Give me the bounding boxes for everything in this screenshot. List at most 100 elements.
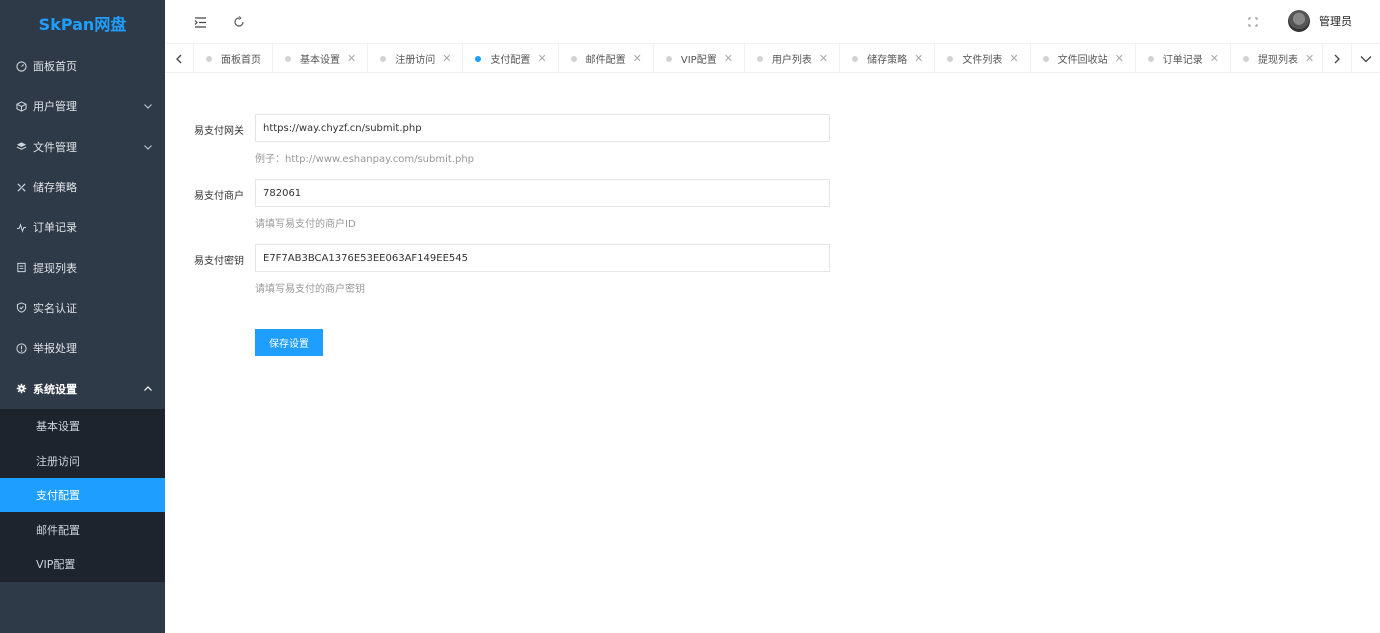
tab-recycle-bin[interactable]: 文件回收站 ✕ bbox=[1031, 44, 1136, 72]
sidebar-item-system-settings[interactable]: 系统设置 bbox=[0, 368, 165, 408]
tab-label: 面板首页 bbox=[221, 55, 261, 66]
gear-icon bbox=[15, 383, 27, 395]
tab-file-list[interactable]: 文件列表 ✕ bbox=[935, 44, 1031, 72]
gateway-tip: 例子：http://www.eshanpay.com/submit.php bbox=[255, 154, 475, 165]
chevron-down-icon bbox=[143, 101, 153, 114]
close-icon[interactable]: ✕ bbox=[347, 52, 356, 65]
secret-tip: 请填写易支付的商户密钥 bbox=[255, 284, 365, 295]
fullscreen-icon[interactable] bbox=[1243, 12, 1263, 32]
tab-dot bbox=[852, 55, 859, 62]
sidebar-item-label: 订单记录 bbox=[33, 221, 77, 235]
user-name: 管理员 bbox=[1319, 15, 1352, 28]
user-menu[interactable]: 管理员 bbox=[1288, 10, 1352, 32]
tab-label: 文件回收站 bbox=[1057, 55, 1108, 66]
tab-dot bbox=[475, 55, 482, 62]
tab-payment-config[interactable]: 支付配置 ✕ bbox=[463, 44, 559, 72]
merchant-label: 易支付商户 bbox=[194, 191, 244, 202]
tabs-scroll-left-icon[interactable] bbox=[165, 44, 194, 72]
sidebar-item-files[interactable]: 文件管理 bbox=[0, 127, 165, 167]
close-icon[interactable]: ✕ bbox=[442, 52, 451, 65]
tab-vip-config[interactable]: VIP配置 ✕ bbox=[654, 44, 745, 72]
tab-label: 支付配置 bbox=[490, 55, 531, 66]
tab-label: 订单记录 bbox=[1162, 55, 1203, 66]
sidebar-item-orders[interactable]: 订单记录 bbox=[0, 207, 165, 247]
tools-icon bbox=[15, 181, 27, 193]
activity-icon bbox=[15, 221, 27, 233]
submenu-item-basic-settings[interactable]: 基本设置 bbox=[0, 409, 165, 444]
tab-user-list[interactable]: 用户列表 ✕ bbox=[745, 44, 841, 72]
user-cube-icon bbox=[15, 100, 27, 112]
tab-mail-config[interactable]: 邮件配置 ✕ bbox=[559, 44, 654, 72]
tab-label: 用户列表 bbox=[771, 55, 812, 66]
sidebar-item-label: 举报处理 bbox=[33, 342, 77, 356]
system-settings-submenu: 基本设置 注册访问 支付配置 邮件配置 VIP配置 bbox=[0, 408, 165, 582]
sidebar-item-reports[interactable]: 举报处理 bbox=[0, 328, 165, 368]
sidebar-item-storage-policy[interactable]: 储存策略 bbox=[0, 167, 165, 207]
tab-dot bbox=[380, 55, 387, 62]
avatar bbox=[1288, 10, 1310, 32]
tab-dashboard[interactable]: 面板首页 bbox=[194, 44, 273, 72]
tab-storage-policy[interactable]: 储存策略 ✕ bbox=[840, 44, 936, 72]
secret-input[interactable] bbox=[255, 244, 830, 272]
shield-check-icon bbox=[15, 302, 27, 314]
tab-label: 邮件配置 bbox=[585, 55, 626, 66]
sidebar-item-label: 用户管理 bbox=[33, 100, 77, 114]
close-icon[interactable]: ✕ bbox=[1305, 52, 1314, 65]
tab-dot bbox=[1243, 55, 1250, 62]
tab-basic-settings[interactable]: 基本设置 ✕ bbox=[273, 44, 369, 72]
sidebar-item-users[interactable]: 用户管理 bbox=[0, 86, 165, 126]
page-tabs: 面板首页 基本设置 ✕ 注册访问 ✕ 支付配置 ✕ 邮件配置 ✕ VIP配置 ✕ bbox=[165, 44, 1380, 73]
close-icon[interactable]: ✕ bbox=[819, 52, 828, 65]
merchant-input[interactable] bbox=[255, 179, 830, 207]
app-logo[interactable]: SkPan网盘 bbox=[0, 0, 165, 46]
chevron-down-icon bbox=[143, 142, 153, 155]
payment-config-form: 易支付网关 例子：http://www.eshanpay.com/submit.… bbox=[165, 74, 1380, 633]
save-settings-button[interactable]: 保存设置 bbox=[255, 329, 323, 356]
gateway-label: 易支付网关 bbox=[194, 126, 244, 137]
tab-dot bbox=[206, 55, 212, 62]
sidebar-item-label: 系统设置 bbox=[33, 382, 77, 396]
tabs-dropdown-icon[interactable] bbox=[1351, 44, 1380, 72]
refresh-icon[interactable] bbox=[229, 12, 249, 32]
submenu-item-mail-config[interactable]: 邮件配置 bbox=[0, 512, 165, 547]
tab-dot bbox=[756, 55, 763, 62]
tab-orders[interactable]: 订单记录 ✕ bbox=[1136, 44, 1232, 72]
tab-label: 提现列表 bbox=[1258, 55, 1299, 66]
submenu-item-vip-config[interactable]: VIP配置 bbox=[0, 547, 165, 582]
close-icon[interactable]: ✕ bbox=[1115, 52, 1124, 65]
secret-label: 易支付密钥 bbox=[194, 256, 244, 267]
tab-dot bbox=[1147, 55, 1154, 62]
tab-withdrawals[interactable]: 提现列表 ✕ bbox=[1231, 44, 1322, 72]
close-icon[interactable]: ✕ bbox=[1009, 52, 1018, 65]
info-icon bbox=[15, 342, 27, 354]
dashboard-icon bbox=[15, 60, 27, 72]
tab-dot bbox=[570, 55, 577, 62]
sidebar-item-label: 实名认证 bbox=[33, 301, 77, 315]
tab-register-access[interactable]: 注册访问 ✕ bbox=[368, 44, 464, 72]
merchant-tip: 请填写易支付的商户ID bbox=[255, 219, 356, 230]
tab-label: 注册访问 bbox=[395, 55, 436, 66]
submenu-item-register-access[interactable]: 注册访问 bbox=[0, 443, 165, 478]
tab-label: VIP配置 bbox=[680, 55, 717, 66]
tab-label: 文件列表 bbox=[962, 55, 1003, 66]
sidebar-item-label: 储存策略 bbox=[33, 181, 77, 195]
tab-dot bbox=[665, 55, 672, 62]
submenu-item-payment-config[interactable]: 支付配置 bbox=[0, 477, 165, 513]
sidebar: SkPan网盘 面板首页 用户管理 文件管理 储存策略 订单记录 提现列表 实名… bbox=[0, 0, 165, 633]
sidebar-item-label: 提现列表 bbox=[33, 261, 77, 275]
tabs-scroll-right-icon[interactable] bbox=[1322, 44, 1351, 72]
list-icon bbox=[15, 262, 27, 274]
close-icon[interactable]: ✕ bbox=[633, 52, 642, 65]
gateway-input[interactable] bbox=[255, 114, 830, 142]
close-icon[interactable]: ✕ bbox=[914, 52, 923, 65]
layers-icon bbox=[15, 141, 27, 153]
close-icon[interactable]: ✕ bbox=[1210, 52, 1219, 65]
menu-toggle-icon[interactable] bbox=[190, 12, 210, 32]
sidebar-item-label: 文件管理 bbox=[33, 140, 77, 154]
close-icon[interactable]: ✕ bbox=[724, 52, 733, 65]
tab-dot bbox=[947, 55, 954, 62]
sidebar-item-dashboard[interactable]: 面板首页 bbox=[0, 46, 165, 86]
close-icon[interactable]: ✕ bbox=[537, 52, 546, 65]
sidebar-item-withdrawals[interactable]: 提现列表 bbox=[0, 247, 165, 287]
sidebar-item-verification[interactable]: 实名认证 bbox=[0, 288, 165, 328]
